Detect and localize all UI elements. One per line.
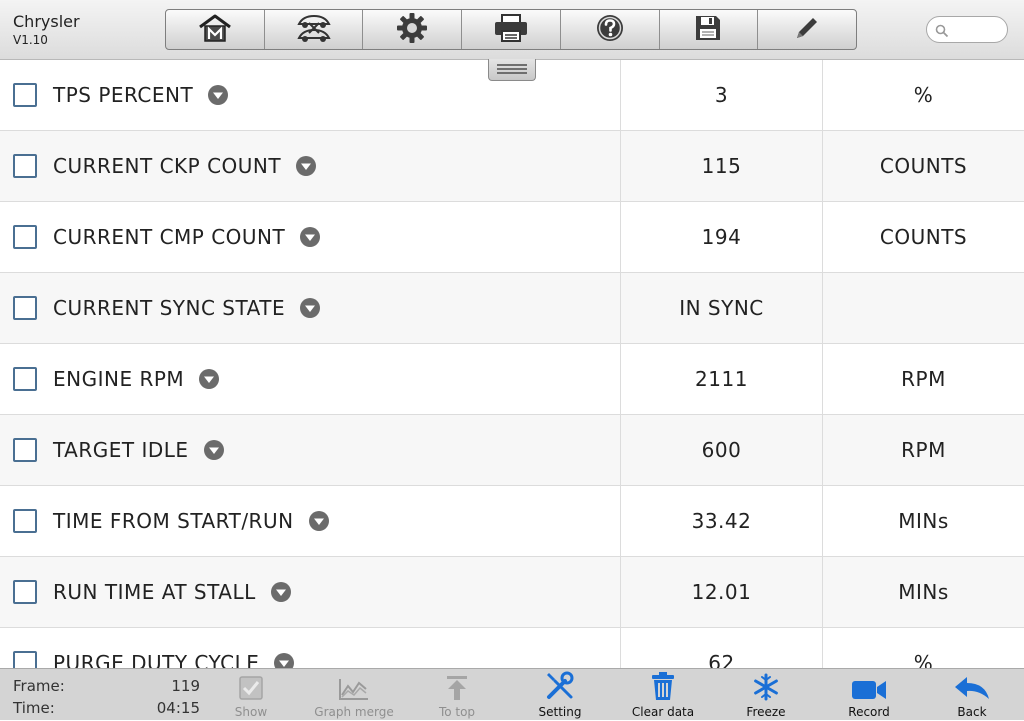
search-input[interactable]	[926, 16, 1008, 43]
row-checkbox[interactable]	[13, 580, 37, 604]
to-top-icon	[447, 676, 467, 700]
settings-button[interactable]	[363, 10, 463, 49]
setting-button[interactable]: Setting	[510, 671, 610, 721]
row-checkbox[interactable]	[13, 225, 37, 249]
chevron-down-icon[interactable]	[300, 227, 321, 247]
home-icon	[198, 13, 232, 47]
table-row[interactable]: TARGET IDLE 600 RPM	[0, 415, 1024, 486]
print-button[interactable]	[462, 10, 561, 49]
graph-merge-icon	[339, 679, 368, 700]
checkbox-icon	[239, 676, 263, 700]
back-arrow-icon	[955, 677, 989, 699]
parameter-name: TIME FROM START/RUN	[53, 509, 294, 533]
chevron-down-icon[interactable]	[270, 582, 291, 602]
parameter-value: 600	[621, 415, 823, 485]
video-camera-icon	[852, 681, 886, 699]
parameter-value: 12.01	[621, 557, 823, 627]
show-button[interactable]: Show	[201, 673, 301, 721]
chevron-down-icon[interactable]	[300, 298, 321, 318]
record-button[interactable]: Record	[819, 673, 919, 721]
time-label: Time:	[13, 699, 55, 717]
parameter-unit: %	[913, 651, 934, 668]
parameter-name: TPS PERCENT	[53, 83, 194, 107]
chevron-down-icon[interactable]	[308, 511, 329, 531]
home-button[interactable]	[166, 10, 265, 49]
back-button[interactable]: Back	[922, 673, 1022, 721]
parameter-unit	[823, 273, 1024, 343]
parameter-value: IN SYNC	[621, 273, 823, 343]
wrench-screwdriver-icon	[547, 671, 574, 699]
time-value: 04:15	[156, 699, 200, 717]
parameter-value: 194	[621, 202, 823, 272]
parameter-unit: COUNTS	[879, 225, 968, 249]
row-checkbox[interactable]	[13, 651, 37, 668]
parameter-name: PURGE DUTY CYCLE	[53, 651, 260, 668]
parameter-unit: RPM	[901, 367, 946, 391]
app-brand: Chrysler V1.10	[13, 12, 80, 48]
help-button[interactable]	[561, 10, 660, 49]
graph-merge-button[interactable]: Graph merge	[304, 673, 404, 721]
frame-label: Frame:	[13, 677, 65, 695]
to-top-button[interactable]: To top	[407, 673, 507, 721]
parameter-value: 33.42	[621, 486, 823, 556]
chevron-down-icon[interactable]	[199, 369, 220, 389]
save-button[interactable]	[660, 10, 759, 49]
bottom-bar: Frame: 119 Time: 04:15 Show Graph merge …	[0, 668, 1024, 720]
chevron-down-icon[interactable]	[203, 440, 224, 460]
pencil-icon	[792, 13, 822, 47]
app-version: V1.10	[13, 33, 48, 47]
trash-icon	[652, 672, 674, 700]
save-icon	[694, 14, 722, 46]
table-row[interactable]: TIME FROM START/RUN 33.42 MINs	[0, 486, 1024, 557]
parameter-name: CURRENT CMP COUNT	[53, 225, 286, 249]
parameter-unit: COUNTS	[879, 154, 968, 178]
clear-data-button[interactable]: Clear data	[613, 672, 713, 721]
row-checkbox[interactable]	[13, 367, 37, 391]
table-row[interactable]: CURRENT SYNC STATE IN SYNC	[0, 273, 1024, 344]
frame-value: 119	[171, 677, 200, 695]
parameter-name: CURRENT SYNC STATE	[53, 296, 286, 320]
table-row[interactable]: PURGE DUTY CYCLE 62 %	[0, 628, 1024, 668]
parameter-name: RUN TIME AT STALL	[53, 580, 256, 604]
main-toolbar	[165, 9, 857, 50]
row-checkbox[interactable]	[13, 296, 37, 320]
table-row[interactable]: ENGINE RPM 2111 RPM	[0, 344, 1024, 415]
row-checkbox[interactable]	[13, 83, 37, 107]
chevron-down-icon[interactable]	[208, 85, 229, 105]
app-name: Chrysler	[13, 12, 80, 31]
gear-icon	[396, 12, 428, 48]
table-row[interactable]: RUN TIME AT STALL 12.01 MINs	[0, 557, 1024, 628]
printer-icon	[493, 13, 529, 47]
parameter-name: ENGINE RPM	[53, 367, 185, 391]
parameter-unit: %	[913, 83, 934, 107]
parameter-name: CURRENT CKP COUNT	[53, 154, 282, 178]
parameter-name: TARGET IDLE	[53, 438, 189, 462]
parameter-value: 3	[621, 60, 823, 130]
edit-button[interactable]	[758, 10, 856, 49]
chevron-down-icon[interactable]	[274, 653, 295, 668]
table-row[interactable]: CURRENT CMP COUNT 194 COUNTS	[0, 202, 1024, 273]
search-icon	[935, 24, 949, 38]
parameter-unit: RPM	[901, 438, 946, 462]
vehicle-icon	[295, 13, 333, 47]
parameter-value: 62	[621, 628, 823, 668]
row-checkbox[interactable]	[13, 154, 37, 178]
parameter-unit: MINs	[898, 509, 949, 533]
help-icon	[594, 12, 626, 48]
top-bar: Chrysler V1.10	[0, 0, 1024, 60]
row-checkbox[interactable]	[13, 438, 37, 462]
vehicle-button[interactable]	[265, 10, 364, 49]
row-checkbox[interactable]	[13, 509, 37, 533]
live-data-list: TPS PERCENT 3 % CURRENT CKP COUNT 115 CO…	[0, 60, 1024, 668]
parameter-unit: MINs	[898, 580, 949, 604]
pull-down-handle[interactable]	[488, 59, 536, 81]
freeze-button[interactable]: Freeze	[716, 673, 816, 721]
parameter-value: 115	[621, 131, 823, 201]
table-row[interactable]: CURRENT CKP COUNT 115 COUNTS	[0, 131, 1024, 202]
parameter-value: 2111	[621, 344, 823, 414]
snowflake-icon	[754, 673, 778, 701]
chevron-down-icon[interactable]	[296, 156, 317, 176]
